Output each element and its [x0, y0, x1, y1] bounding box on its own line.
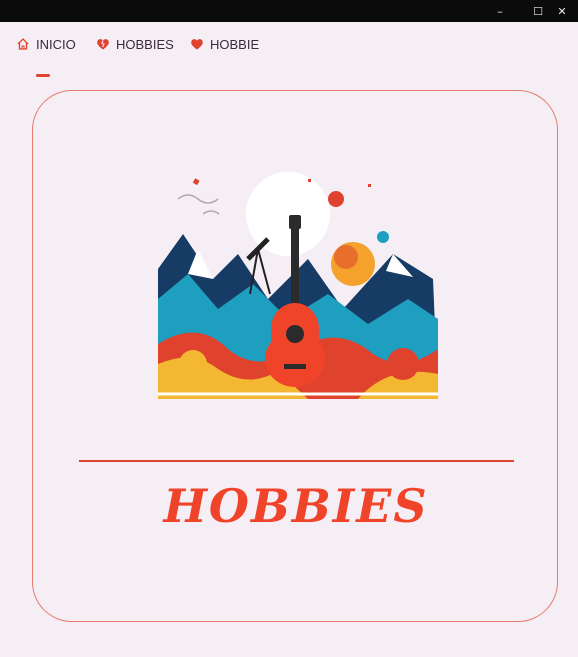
close-button[interactable]: ✕	[546, 0, 578, 22]
minimize-button[interactable]: –	[480, 0, 520, 22]
nav-item-label: INICIO	[36, 36, 76, 52]
heart-icon	[191, 39, 203, 50]
nav-item-inicio[interactable]: INICIO	[16, 34, 76, 54]
active-tab-indicator	[36, 74, 50, 77]
nav-item-label: HOBBIES	[116, 36, 174, 52]
nav-item-label: HOBBIE	[210, 36, 260, 52]
card-title: HOBBIES	[163, 479, 429, 533]
guitar-illustration	[158, 172, 438, 399]
title-bar: – ☐ ✕	[0, 0, 578, 22]
home-icon	[17, 38, 29, 50]
minimize-icon: –	[497, 4, 503, 18]
nav-item-hobbie[interactable]: HOBBIE	[190, 34, 259, 54]
maximize-icon: ☐	[533, 4, 543, 18]
close-icon: ✕	[557, 4, 567, 18]
broken-heart-icon	[97, 39, 109, 50]
divider-line	[79, 460, 514, 462]
top-navigation: INICIO HOBBIES HOBBIE	[0, 22, 578, 77]
nav-item-hobbies[interactable]: HOBBIES	[96, 34, 174, 54]
hobbies-card: HOBBIES	[32, 90, 558, 622]
